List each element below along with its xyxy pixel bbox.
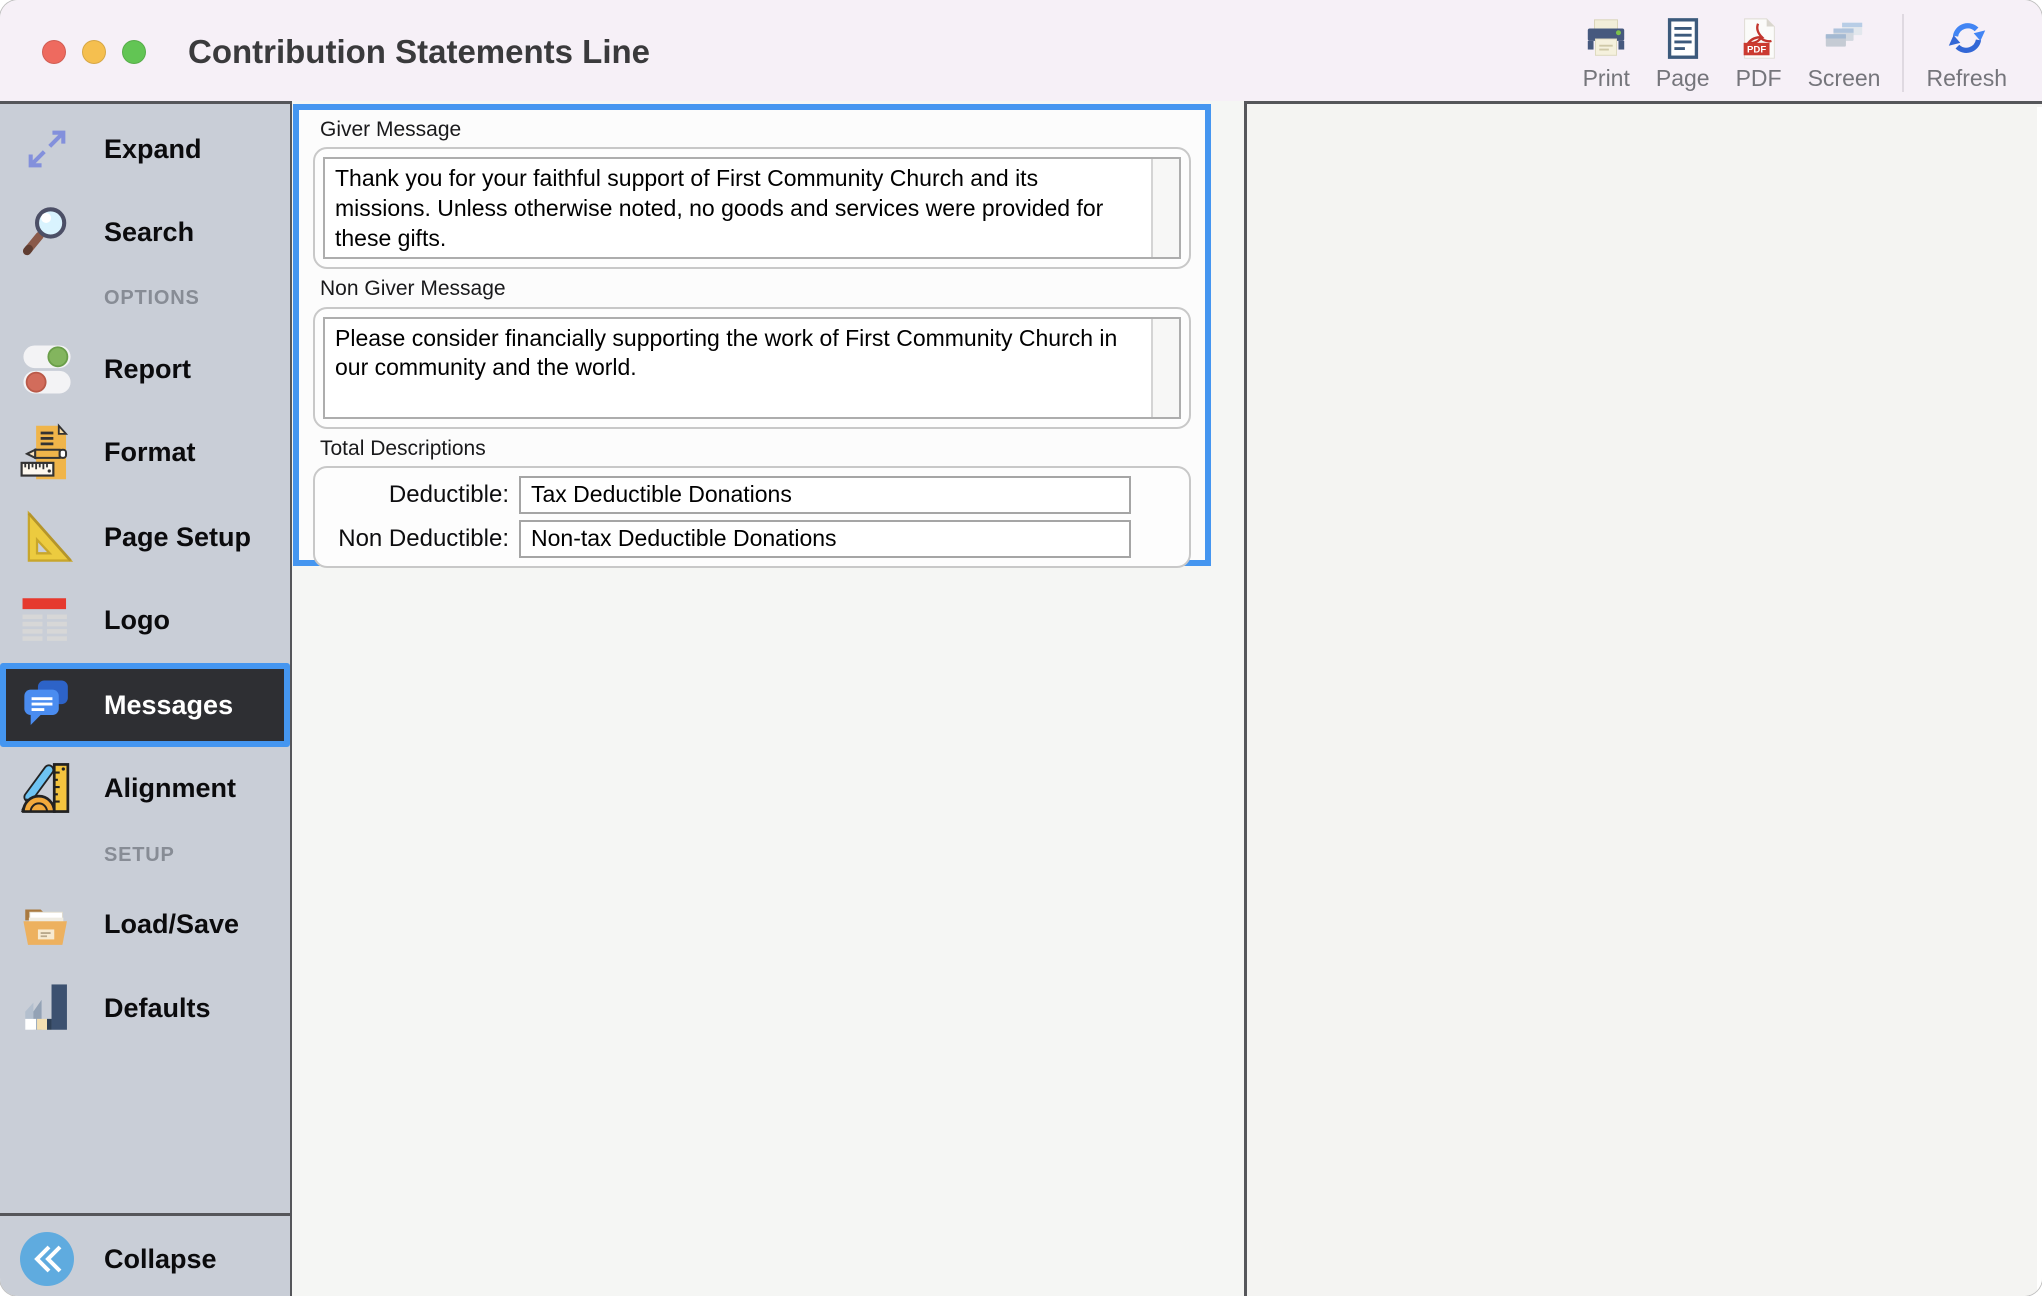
non-deductible-input[interactable] — [519, 520, 1131, 558]
toggles-icon — [18, 340, 76, 398]
printer-icon — [1583, 14, 1629, 62]
sidebar-divider — [0, 1213, 290, 1216]
giver-message-group: Thank you for your faithful support of F… — [313, 147, 1191, 269]
sidebar-item-search[interactable]: Search — [0, 190, 290, 274]
logo-placeholder-icon — [18, 591, 76, 649]
minimize-button[interactable] — [82, 40, 106, 64]
maximize-button[interactable] — [122, 40, 146, 64]
sidebar-item-load-save[interactable]: Load/Save — [0, 882, 290, 966]
page-icon — [1660, 14, 1706, 62]
sidebar-item-label: Messages — [104, 690, 233, 721]
sidebar-item-expand[interactable]: Expand — [0, 107, 290, 191]
non-giver-message-group: Please consider financially supporting t… — [313, 307, 1191, 429]
sidebar-item-collapse[interactable]: Collapse — [0, 1218, 290, 1296]
sidebar-item-label: Page Setup — [104, 522, 251, 553]
toolbar-separator — [1902, 14, 1904, 92]
non-giver-message-field: Please consider financially supporting t… — [323, 317, 1181, 419]
defaults-icon — [18, 979, 76, 1037]
title-bar: Contribution Statements Line Print — [0, 0, 2042, 101]
pdf-badge-text: PDF — [1747, 44, 1766, 55]
deductible-label: Deductible: — [323, 481, 509, 509]
sidebar: Expand Search OPTIONS — [0, 101, 292, 1296]
deductible-row: Deductible: — [323, 476, 1181, 514]
sidebar-item-label: Collapse — [104, 1244, 217, 1275]
page-label: Page — [1656, 67, 1710, 90]
page-button[interactable]: Page — [1643, 14, 1723, 90]
preview-scrollbar[interactable] — [2037, 107, 2042, 1296]
sidebar-item-label: Alignment — [104, 773, 236, 804]
sidebar-item-messages[interactable]: Messages — [0, 663, 290, 747]
refresh-button[interactable]: Refresh — [1913, 14, 2020, 90]
close-button[interactable] — [42, 40, 66, 64]
giver-message-scrollbar[interactable] — [1151, 159, 1179, 257]
format-icon — [18, 423, 76, 481]
chat-bubbles-icon — [18, 676, 76, 734]
screen-icon — [1821, 14, 1867, 62]
app-window: Contribution Statements Line Print — [0, 0, 2042, 1296]
sidebar-item-report[interactable]: Report — [0, 327, 290, 411]
pdf-label: PDF — [1736, 67, 1782, 90]
toolbar: Print Page P — [1570, 14, 2020, 92]
sidebar-section-options: OPTIONS — [104, 287, 200, 310]
alignment-icon — [18, 759, 76, 817]
sidebar-item-label: Expand — [104, 134, 202, 165]
non-giver-message-textarea[interactable]: Please consider financially supporting t… — [325, 319, 1179, 417]
print-button[interactable]: Print — [1570, 14, 1643, 90]
messages-settings-panel: Giver Message Thank you for your faithfu… — [293, 104, 1211, 566]
sidebar-item-logo[interactable]: Logo — [0, 578, 290, 662]
sidebar-item-page-setup[interactable]: Page Setup — [0, 495, 290, 579]
sidebar-item-label: Format — [104, 437, 196, 468]
expand-icon — [18, 120, 76, 178]
refresh-label: Refresh — [1926, 67, 2007, 90]
sidebar-item-defaults[interactable]: Defaults — [0, 966, 290, 1050]
sidebar-item-label: Defaults — [104, 993, 211, 1024]
set-square-icon — [18, 508, 76, 566]
sidebar-item-alignment[interactable]: Alignment — [0, 746, 290, 830]
refresh-icon — [1944, 14, 1990, 62]
sidebar-item-format[interactable]: Format — [0, 410, 290, 494]
preview-pane — [1247, 101, 2042, 1296]
pdf-icon: PDF — [1736, 14, 1782, 62]
non-giver-message-scrollbar[interactable] — [1151, 319, 1179, 417]
sidebar-item-label: Report — [104, 354, 191, 385]
sidebar-item-label: Search — [104, 217, 194, 248]
folder-icon — [18, 895, 76, 953]
total-descriptions-group: Deductible: Non Deductible: — [313, 466, 1191, 568]
search-icon — [18, 203, 76, 261]
screen-label: Screen — [1808, 67, 1881, 90]
deductible-input[interactable] — [519, 476, 1131, 514]
pdf-button[interactable]: PDF PDF — [1723, 14, 1795, 90]
giver-message-textarea[interactable]: Thank you for your faithful support of F… — [325, 159, 1179, 257]
screen-button[interactable]: Screen — [1795, 14, 1894, 90]
non-deductible-row: Non Deductible: — [323, 520, 1181, 558]
non-deductible-label: Non Deductible: — [323, 525, 509, 553]
sidebar-section-setup: SETUP — [104, 844, 175, 867]
print-label: Print — [1583, 67, 1630, 90]
window-title: Contribution Statements Line — [188, 33, 650, 71]
collapse-icon — [18, 1230, 76, 1288]
non-giver-message-label: Non Giver Message — [320, 276, 1191, 302]
content-area: Giver Message Thank you for your faithfu… — [292, 101, 1244, 1296]
sidebar-item-label: Load/Save — [104, 909, 239, 940]
traffic-lights — [42, 40, 146, 64]
giver-message-label: Giver Message — [320, 117, 1191, 143]
sidebar-item-label: Logo — [104, 605, 170, 636]
giver-message-field: Thank you for your faithful support of F… — [323, 157, 1181, 259]
total-descriptions-label: Total Descriptions — [320, 436, 1191, 462]
